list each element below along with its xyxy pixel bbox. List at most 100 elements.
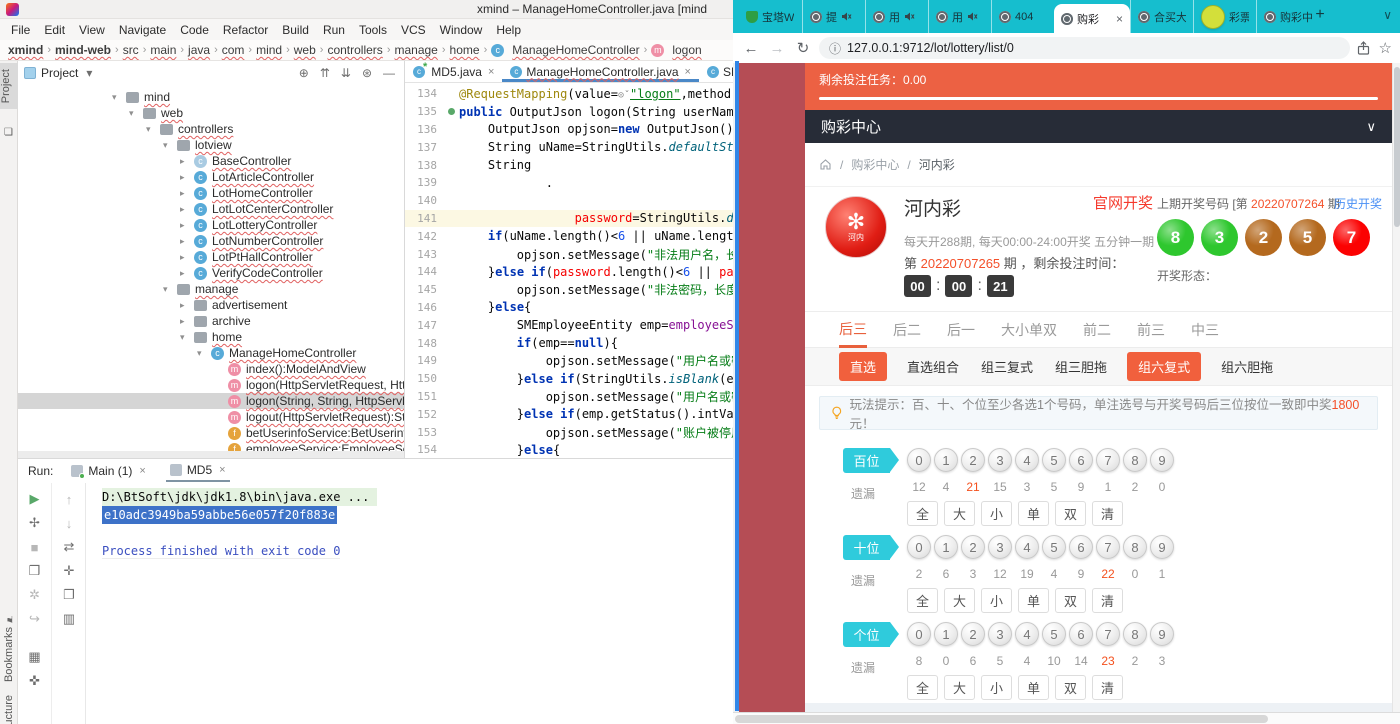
digit-ball[interactable]: 1: [934, 622, 958, 646]
pin-tab-icon[interactable]: ✜: [23, 669, 47, 693]
run-console[interactable]: D:\BtSoft\jdk\jdk1.8\bin\java.exe ...e10…: [86, 483, 733, 724]
tree-expanded-icon[interactable]: ▾: [163, 284, 177, 295]
locate-file-icon[interactable]: ⊕: [296, 66, 312, 80]
digit-ball[interactable]: 0: [907, 535, 931, 559]
restart-icon[interactable]: ✲: [23, 583, 47, 607]
browser-tab[interactable]: 宝塔W: [739, 0, 802, 33]
run-tab[interactable]: MD5×: [166, 460, 230, 482]
quick-select-button[interactable]: 大: [944, 501, 975, 526]
menu-item[interactable]: Refactor: [216, 21, 275, 39]
digit-ball[interactable]: 7: [1096, 448, 1120, 472]
tree-item[interactable]: mindex():ModelAndView: [18, 361, 404, 377]
quick-select-button[interactable]: 小: [981, 588, 1012, 613]
tree-expanded-icon[interactable]: ▾: [197, 348, 211, 359]
scroll-to-end-icon[interactable]: ✛: [57, 559, 81, 583]
layout-icon[interactable]: ▦: [23, 645, 47, 669]
digit-ball[interactable]: 2: [961, 535, 985, 559]
menu-item[interactable]: VCS: [394, 21, 433, 39]
close-icon[interactable]: ×: [488, 66, 494, 78]
digit-ball[interactable]: 5: [1042, 448, 1066, 472]
breadcrumb-item[interactable]: com: [222, 43, 245, 57]
lottery-nav-tab[interactable]: 后二: [893, 312, 921, 347]
menu-item[interactable]: Help: [489, 21, 528, 39]
play-mode-tab[interactable]: 组六胆拖: [1219, 352, 1275, 381]
digit-ball[interactable]: 1: [934, 535, 958, 559]
editor-tab[interactable]: c*MD5.java×: [405, 61, 502, 82]
quick-select-button[interactable]: 大: [944, 675, 975, 700]
tree-item[interactable]: ▾cManageHomeController: [18, 345, 404, 361]
tree-item[interactable]: fbetUserinfoService:BetUserinfoSer: [18, 425, 404, 441]
tree-item[interactable]: ▾lotview: [18, 137, 404, 153]
back-button[interactable]: ←: [741, 40, 761, 57]
up-stack-trace-icon[interactable]: ↑: [57, 487, 81, 511]
tool-stripe-bookmarks[interactable]: Bookmarks⚑: [3, 613, 15, 682]
breadcrumb-item[interactable]: java: [188, 43, 210, 57]
editor-tab[interactable]: cSMEmploye: [699, 61, 733, 82]
breadcrumb-item[interactable]: mind-web: [55, 43, 111, 57]
play-mode-tab[interactable]: 组三胆拖: [1053, 352, 1109, 381]
tree-item[interactable]: mlogout(HttpServletRequest):String: [18, 409, 404, 425]
tree-collapsed-icon[interactable]: ▸: [180, 268, 194, 279]
tree-item[interactable]: mlogon(HttpServletRequest, HttpS: [18, 377, 404, 393]
new-tab-button[interactable]: +: [1310, 6, 1330, 24]
lottery-nav-tab[interactable]: 中三: [1191, 312, 1219, 347]
settings-gear-icon[interactable]: ⊛: [359, 66, 375, 80]
quick-select-button[interactable]: 小: [981, 501, 1012, 526]
bookmark-star-icon[interactable]: ☆: [1379, 39, 1392, 57]
breadcrumb-item[interactable]: web: [294, 43, 316, 57]
hide-panel-icon[interactable]: —: [380, 66, 398, 80]
tree-item[interactable]: ▸cLotLotteryController: [18, 217, 404, 233]
digit-ball[interactable]: 7: [1096, 535, 1120, 559]
tree-collapsed-icon[interactable]: ▸: [180, 220, 194, 231]
breadcrumb-item[interactable]: main: [150, 43, 176, 57]
tab-search-chevron-icon[interactable]: ∨: [1383, 8, 1392, 22]
quick-select-button[interactable]: 大: [944, 588, 975, 613]
quick-select-button[interactable]: 单: [1018, 675, 1049, 700]
tab-close-icon[interactable]: ×: [1116, 12, 1123, 26]
history-link[interactable]: 历史开奖: [1334, 195, 1382, 212]
digit-ball[interactable]: 4: [1015, 448, 1039, 472]
tree-item[interactable]: ▸cLotLotCenterController: [18, 201, 404, 217]
digit-ball[interactable]: 4: [1015, 622, 1039, 646]
menu-item[interactable]: Build: [275, 21, 316, 39]
browser-tab[interactable]: 用: [928, 0, 991, 33]
quick-select-button[interactable]: 清: [1092, 501, 1123, 526]
home-icon[interactable]: [819, 158, 832, 171]
digit-ball[interactable]: 5: [1042, 622, 1066, 646]
menu-item[interactable]: Run: [316, 21, 352, 39]
stop-icon[interactable]: ■: [23, 535, 47, 559]
soft-wrap-icon[interactable]: ⇄: [57, 535, 81, 559]
tree-item[interactable]: ▾home: [18, 329, 404, 345]
digit-ball[interactable]: 6: [1069, 448, 1093, 472]
tree-expanded-icon[interactable]: ▾: [163, 140, 177, 151]
capture-snapshot-icon[interactable]: ❒: [23, 559, 47, 583]
tree-horizontal-scrollbar[interactable]: [18, 451, 404, 458]
collapse-all-icon[interactable]: ⇊: [338, 66, 354, 80]
project-dropdown-icon[interactable]: ▾: [83, 66, 95, 80]
digit-ball[interactable]: 8: [1123, 622, 1147, 646]
tree-expanded-icon[interactable]: ▾: [129, 108, 143, 119]
editor-code-area[interactable]: 134@RequestMapping(value=⊙ˇ"logon",metho…: [405, 85, 733, 458]
tree-item[interactable]: ▾web: [18, 105, 404, 121]
close-icon[interactable]: ×: [139, 465, 145, 477]
horizontal-scrollbar[interactable]: [733, 712, 1400, 724]
menu-item[interactable]: Edit: [37, 21, 72, 39]
tree-item[interactable]: ▾mind: [18, 89, 404, 105]
tree-item[interactable]: ▸cLotNumberController: [18, 233, 404, 249]
quick-select-button[interactable]: 全: [907, 675, 938, 700]
quick-select-button[interactable]: 双: [1055, 675, 1086, 700]
play-mode-tab[interactable]: 直选组合: [905, 352, 961, 381]
exit-icon[interactable]: ↪: [23, 607, 47, 631]
digit-ball[interactable]: 2: [961, 622, 985, 646]
menu-item[interactable]: Window: [433, 21, 490, 39]
tree-item[interactable]: ▸cLotPtHallController: [18, 249, 404, 265]
play-mode-tab[interactable]: 直选: [839, 352, 887, 381]
vertical-scrollbar[interactable]: [1392, 63, 1400, 712]
tool-stripe-structure[interactable]: Structure: [3, 695, 15, 724]
collapse-chevron-icon[interactable]: ∨: [1366, 119, 1376, 135]
browser-tab[interactable]: 合买大: [1130, 0, 1193, 33]
print-icon[interactable]: ❐: [57, 583, 81, 607]
breadcrumb-item[interactable]: mlogon: [651, 43, 701, 57]
share-icon[interactable]: [1356, 41, 1371, 56]
breadcrumb-item[interactable]: controllers: [327, 43, 382, 57]
